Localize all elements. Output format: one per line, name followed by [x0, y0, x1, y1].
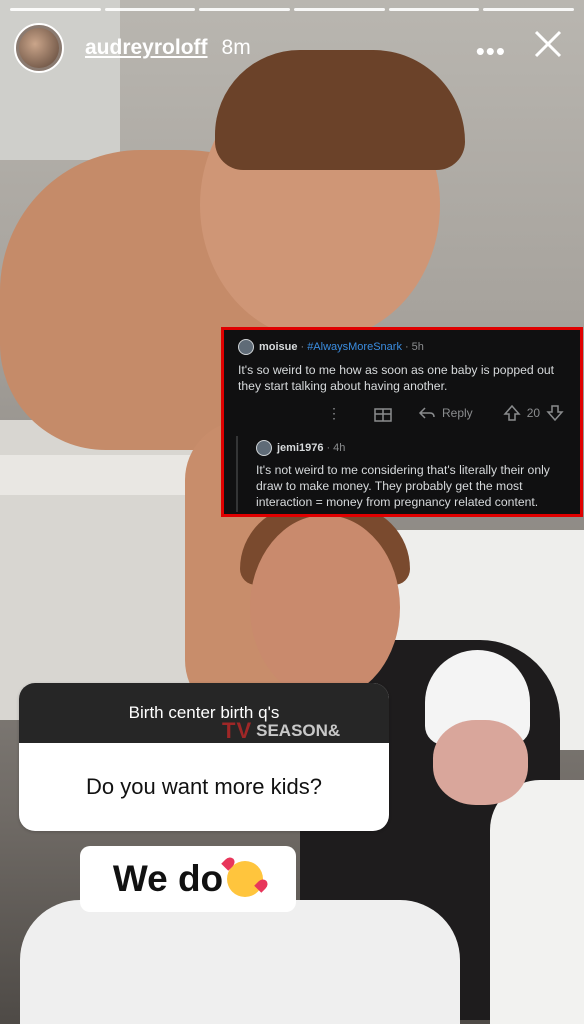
question-sticker[interactable]: Birth center birth q's Do you want more …	[19, 683, 389, 831]
username[interactable]: audreyroloff	[85, 36, 208, 60]
progress-segment	[199, 8, 291, 11]
comment-actions: ⋮ Reply 20	[324, 404, 574, 422]
reply-age: 4h	[333, 442, 346, 454]
reply-button[interactable]: Reply	[418, 406, 473, 420]
comment-age: 5h	[411, 341, 424, 353]
vote-score: 20	[526, 406, 541, 420]
woman-face	[250, 515, 400, 700]
progress-segment	[104, 8, 196, 11]
post-time: 8m	[221, 36, 251, 59]
vote-controls: 20	[503, 404, 564, 422]
close-icon[interactable]	[528, 24, 568, 64]
watermark-text: SEASON&	[256, 721, 341, 740]
watermark: TV SEASON&	[222, 718, 340, 744]
reddit-comment-overlay: moisue · #AlwaysMoreSnark · 5h It's so w…	[221, 327, 583, 517]
reply-username[interactable]: jemi1976	[277, 442, 323, 454]
separator: ·	[404, 341, 409, 353]
baby-face	[433, 720, 528, 805]
story-header: audreyroloff 8m •••	[14, 22, 574, 74]
more-vertical-icon[interactable]: ⋮	[324, 405, 344, 422]
progress-segment	[388, 8, 480, 11]
comment-text: It's so weird to me how as soon as one b…	[238, 363, 555, 393]
story-progress-bar	[10, 8, 575, 11]
upvote-icon[interactable]	[503, 404, 521, 422]
reply-text: It's not weird to me considering that's …	[256, 463, 550, 509]
baby-blanket	[490, 780, 584, 1024]
answer-text-box: We do	[80, 846, 296, 912]
award-icon[interactable]	[372, 404, 396, 422]
commenter-avatar-icon	[238, 339, 254, 355]
separator: ·	[326, 442, 331, 454]
reply-header: jemi1976 · 4h	[256, 440, 345, 456]
reply-label: Reply	[442, 406, 473, 420]
answer-text: We do	[112, 858, 224, 899]
reply-icon	[418, 407, 435, 419]
comment-username[interactable]: moisue	[259, 341, 298, 353]
counter	[0, 455, 210, 495]
watermark-tv: TV	[222, 718, 253, 743]
progress-segment	[483, 8, 575, 11]
separator: ·	[300, 341, 305, 353]
downvote-icon[interactable]	[546, 404, 564, 422]
user-flair: #AlwaysMoreSnark	[307, 341, 402, 353]
thread-line[interactable]	[236, 436, 238, 512]
smiling-face-with-hearts-icon	[227, 861, 264, 897]
more-horizontal-icon[interactable]: •••	[476, 36, 506, 67]
question-text: Do you want more kids?	[86, 774, 322, 799]
avatar[interactable]	[14, 23, 64, 73]
progress-segment	[294, 8, 385, 11]
replier-avatar-icon	[256, 440, 272, 456]
comment-header: moisue · #AlwaysMoreSnark · 5h	[238, 339, 424, 355]
towel	[20, 900, 460, 1024]
avatar-image	[19, 28, 59, 68]
progress-segment	[10, 8, 101, 11]
